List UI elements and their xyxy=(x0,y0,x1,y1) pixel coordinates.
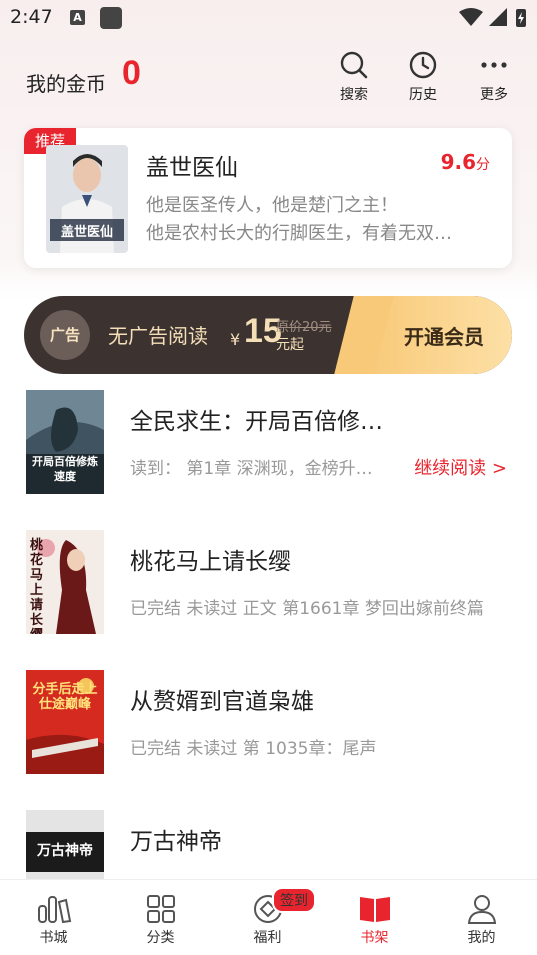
recommend-cover-title: 盖世医仙 xyxy=(60,225,113,240)
notification-square-icon xyxy=(100,7,122,29)
recommend-card[interactable]: 推荐 盖世医仙 盖世医仙 9.6分 他是医圣传人，他是楚门之主！ 他是农村长大的… xyxy=(24,128,512,268)
book-cover[interactable]: 桃花马上请长缨 xyxy=(26,530,104,634)
book-title[interactable]: 从赘婿到官道枭雄 xyxy=(130,682,314,716)
no-ads-icon-text: 广告 xyxy=(49,326,80,344)
book-title[interactable]: 万古神帝 xyxy=(130,822,222,856)
no-ads-icon: 广告 xyxy=(40,310,90,360)
status-icons xyxy=(459,8,526,27)
more-dots-icon xyxy=(481,62,507,68)
book-item[interactable]: 开局百倍修炼速度 全民求生：开局百倍修… 读到： 第1章 深渊现，金榜升… 继续… xyxy=(0,390,537,500)
book-progress: 已完结 未读过 第 1035章：尾声 xyxy=(130,739,377,759)
book-title[interactable]: 全民求生：开局百倍修… xyxy=(130,402,383,436)
status-bar: 2:47 A xyxy=(0,0,537,36)
tab-category[interactable]: 分类 xyxy=(107,880,214,955)
recommend-score: 9.6分 xyxy=(441,150,490,174)
description-line: 他是医圣传人，他是楚门之主！ xyxy=(146,195,398,216)
clock-icon xyxy=(409,51,437,79)
vip-original-price: 原价20元 xyxy=(276,320,332,335)
history-label: 历史 xyxy=(409,87,437,103)
book-cover-title: 桃花马上请长缨 xyxy=(30,538,44,634)
vip-price-suffix: 元起 xyxy=(276,337,304,353)
more-button[interactable]: 更多 xyxy=(469,50,519,106)
tab-label: 分类 xyxy=(146,930,175,946)
status-time: 2:47 xyxy=(10,6,53,28)
search-label: 搜索 xyxy=(340,87,368,103)
bookshelf-icon xyxy=(359,897,390,922)
bottom-tab-bar: 书城 分类 福利 签到 书架 我的 xyxy=(0,879,537,955)
coins-value[interactable]: 0 xyxy=(122,54,141,93)
tab-mine[interactable]: 我的 xyxy=(428,880,535,955)
book-cover[interactable]: 开局百倍修炼速度 xyxy=(26,390,104,494)
tab-bookstore[interactable]: 书城 xyxy=(0,880,107,955)
book-cover-title: 开局百倍修炼速度 xyxy=(32,455,98,483)
vip-label: 无广告阅读 xyxy=(108,324,208,348)
book-item[interactable]: 桃花马上请长缨 桃花马上请长缨 已完结 未读过 正文 第1661章 梦回出嫁前终… xyxy=(0,530,537,640)
recommend-cover[interactable]: 盖世医仙 xyxy=(46,145,128,253)
tab-label: 书架 xyxy=(360,930,389,946)
score-unit: 分 xyxy=(476,157,490,173)
history-button[interactable]: 历史 xyxy=(398,50,448,106)
header: 我的金币 0 搜索 历史 更多 xyxy=(0,36,537,116)
bookstore-icon xyxy=(37,896,71,924)
signal-icon xyxy=(489,8,507,26)
wifi-icon xyxy=(459,8,483,26)
recommend-description: 他是医圣传人，他是楚门之主！ 他是农村长大的行脚医生，有着无双… xyxy=(146,192,492,248)
continue-reading-link[interactable]: 继续阅读 > xyxy=(414,454,507,480)
search-button[interactable]: 搜索 xyxy=(329,50,379,106)
book-progress: 已完结 未读过 正文 第1661章 梦回出嫁前终篇 xyxy=(130,599,484,619)
coins-label: 我的金币 xyxy=(26,72,106,96)
more-label: 更多 xyxy=(480,87,508,103)
open-vip-button[interactable]: 开通会员 xyxy=(404,321,484,350)
book-cover-title: 分手后走上仕途巅峰 xyxy=(32,682,98,712)
score-value: 9.6 xyxy=(440,150,476,174)
notification-a-icon: A xyxy=(70,10,85,25)
tab-welfare[interactable]: 福利 签到 xyxy=(214,880,321,955)
book-progress: 读到： 第1章 深渊现，金榜升… xyxy=(130,459,373,479)
tab-bookshelf[interactable]: 书架 xyxy=(321,880,428,955)
book-title[interactable]: 桃花马上请长缨 xyxy=(130,542,291,576)
tab-label: 我的 xyxy=(467,930,496,946)
vip-yen: ¥ xyxy=(230,330,241,349)
sign-in-badge: 签到 xyxy=(272,887,316,913)
book-cover[interactable]: 分手后走上仕途巅峰 xyxy=(26,670,104,774)
profile-icon xyxy=(467,895,496,924)
recommend-title[interactable]: 盖世医仙 xyxy=(146,148,238,182)
vip-banner[interactable]: 广告 无广告阅读 ¥ 15 原价20元 元起 开通会员 xyxy=(24,296,512,374)
description-line: 他是农村长大的行脚医生，有着无双… xyxy=(146,223,452,244)
tab-label: 福利 xyxy=(253,930,282,946)
tab-label: 书城 xyxy=(39,930,68,946)
book-item[interactable]: 分手后走上仕途巅峰 从赘婿到官道枭雄 已完结 未读过 第 1035章：尾声 xyxy=(0,670,537,780)
category-grid-icon xyxy=(146,895,175,923)
search-icon xyxy=(340,51,368,79)
book-cover-title: 万古神帝 xyxy=(37,843,93,859)
